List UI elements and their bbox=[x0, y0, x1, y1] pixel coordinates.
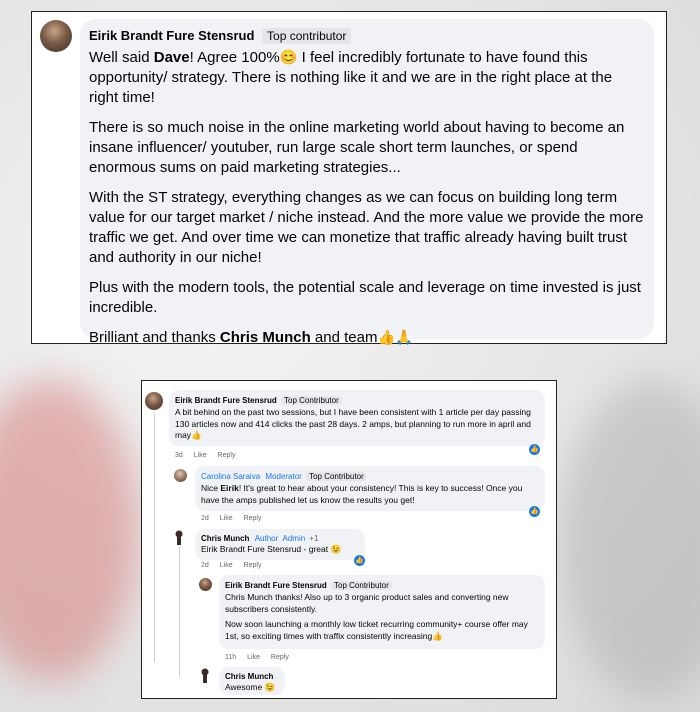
reply-button[interactable]: Reply bbox=[271, 654, 289, 661]
top-contributor-badge: Top Contributor bbox=[281, 396, 342, 405]
comment-text: Eirik Brandt Fure Stensrud - great 😉 bbox=[201, 544, 342, 554]
comment-thread-card: Eirik Brandt Fure Stensrud Top Contribut… bbox=[141, 380, 557, 699]
mention[interactable]: Chris Munch bbox=[225, 592, 273, 602]
like-button[interactable]: Like bbox=[220, 515, 233, 522]
comment-author[interactable]: Eirik Brandt Fure Stensrud bbox=[175, 396, 277, 405]
moderator-label: Moderator bbox=[265, 472, 302, 481]
like-button[interactable]: Like bbox=[194, 452, 207, 459]
comment-text: Awesome 😉 bbox=[225, 682, 276, 692]
thumbs-up-emoji-icon: 👍 bbox=[191, 430, 202, 440]
timestamp[interactable]: 2d bbox=[201, 515, 209, 522]
thread-line bbox=[154, 412, 155, 662]
thumbs-up-emoji-icon: 👍 bbox=[432, 630, 443, 641]
avatar[interactable] bbox=[199, 578, 212, 591]
comment-meta: 11h Like Reply bbox=[225, 654, 298, 661]
reply-button[interactable]: Reply bbox=[244, 515, 262, 522]
top-contributor-badge: Top contributor bbox=[262, 28, 352, 44]
paragraph: With the ST strategy, everything changes… bbox=[89, 189, 644, 266]
comment-meta: 2d Like Reply bbox=[201, 515, 270, 522]
comment-bubble: Carolina Saraiva Moderator Top Contribut… bbox=[195, 466, 545, 511]
extra-badges-count[interactable]: +1 bbox=[309, 534, 318, 543]
mention[interactable]: Eirik Brandt Fure Stensrud bbox=[201, 544, 301, 554]
comment-bubble: Chris Munch Author Admin +1 Eirik Brandt… bbox=[195, 529, 365, 560]
like-reaction-icon[interactable]: 👍 bbox=[528, 505, 541, 518]
background-blur bbox=[0, 380, 140, 680]
comment-author[interactable]: Eirik Brandt Fure Stensrud bbox=[89, 28, 254, 43]
comment-bubble: Eirik Brandt Fure Stensrud Top Contribut… bbox=[219, 575, 545, 649]
comment-author[interactable]: Carolina Saraiva bbox=[201, 472, 260, 481]
like-reaction-icon[interactable]: 👍 bbox=[528, 443, 541, 456]
comment-text: Nice Eirik! It's great to hear about you… bbox=[201, 483, 523, 505]
comment-meta: 2d Like Reply bbox=[201, 562, 270, 569]
reply-button[interactable]: Reply bbox=[218, 452, 236, 459]
paragraph: Plus with the modern tools, the potentia… bbox=[89, 279, 641, 316]
comment-text: Chris Munch thanks! Also up to 3 organic… bbox=[225, 592, 528, 641]
admin-label: Admin bbox=[282, 534, 306, 543]
author-label: Author bbox=[254, 534, 279, 543]
thumbs-pray-emoji-icon: 👍🙏 bbox=[377, 330, 413, 346]
comment-author[interactable]: Eirik Brandt Fure Stensrud bbox=[225, 581, 327, 590]
chris-munch-avatar-icon[interactable] bbox=[173, 530, 185, 546]
reply-button[interactable]: Reply bbox=[244, 562, 262, 569]
smile-emoji-icon: 😊 bbox=[279, 50, 298, 66]
timestamp[interactable]: 3d bbox=[175, 452, 183, 459]
like-button[interactable]: Like bbox=[220, 562, 233, 569]
paragraph: Well said Dave! Agree 100%😊 I feel incre… bbox=[89, 49, 613, 106]
avatar[interactable] bbox=[145, 392, 163, 410]
comment-text: A bit behind on the past two sessions, b… bbox=[175, 407, 531, 440]
wink-emoji-icon: 😉 bbox=[264, 682, 276, 692]
comment-bubble: Eirik Brandt Fure Stensrud Top Contribut… bbox=[169, 390, 545, 446]
like-button[interactable]: Like bbox=[247, 654, 260, 661]
thread-line bbox=[179, 547, 180, 677]
comment-author[interactable]: Chris Munch bbox=[225, 672, 273, 681]
like-reaction-icon[interactable]: 👍 bbox=[353, 554, 366, 567]
paragraph: Brilliant and thanks Chris Munch and tea… bbox=[89, 329, 413, 346]
mention[interactable]: Eirik bbox=[220, 483, 238, 493]
mention-dave[interactable]: Dave bbox=[154, 49, 190, 66]
avatar[interactable] bbox=[174, 469, 187, 482]
paragraph: There is so much noise in the online mar… bbox=[89, 119, 625, 176]
background-blur bbox=[560, 380, 700, 700]
top-contributor-badge: Top Contributor bbox=[306, 472, 367, 481]
comment-body: Well said Dave! Agree 100%😊 I feel incre… bbox=[89, 48, 644, 348]
comment-author[interactable]: Chris Munch bbox=[201, 534, 249, 543]
wink-emoji-icon: 😉 bbox=[330, 544, 342, 554]
comment-card-1: Eirik Brandt Fure Stensrud Top contribut… bbox=[31, 11, 667, 346]
comment-bubble: Chris Munch Awesome 😉 bbox=[219, 667, 285, 695]
mention-chris-munch[interactable]: Chris Munch bbox=[220, 329, 311, 346]
top-contributor-badge: Top Contributor bbox=[331, 581, 392, 590]
timestamp[interactable]: 11h bbox=[225, 654, 236, 661]
timestamp[interactable]: 2d bbox=[201, 562, 209, 569]
comment-bubble: Eirik Brandt Fure Stensrud Top contribut… bbox=[80, 19, 654, 346]
comment-meta: 3d Like Reply bbox=[175, 452, 244, 459]
avatar[interactable] bbox=[40, 20, 72, 52]
chris-munch-avatar-icon[interactable] bbox=[199, 668, 211, 684]
